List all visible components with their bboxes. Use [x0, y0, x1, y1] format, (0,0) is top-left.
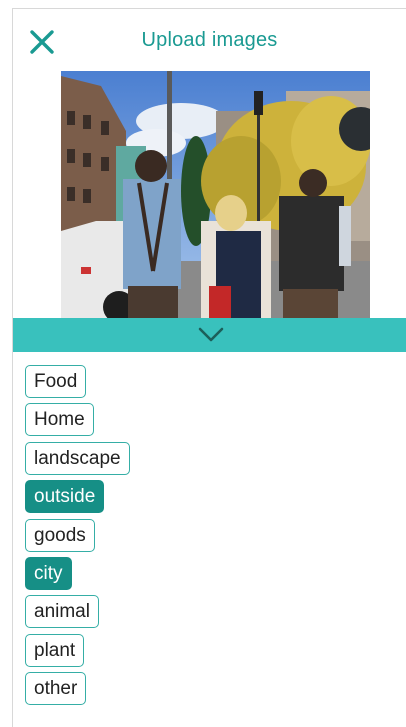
upload-panel: Upload images Food Home landscape outsid…: [12, 8, 406, 727]
tag-outside[interactable]: outside: [25, 480, 105, 514]
tag-city[interactable]: city: [25, 556, 72, 590]
tag-goods[interactable]: goods: [25, 518, 95, 552]
header: Upload images: [13, 9, 406, 71]
tag-other[interactable]: other: [25, 672, 87, 706]
chevron-down-icon[interactable]: [198, 327, 224, 343]
tag-animal[interactable]: animal: [25, 595, 99, 629]
uploaded-photo: [61, 71, 370, 318]
collapse-bar[interactable]: [13, 318, 406, 352]
tag-plant[interactable]: plant: [25, 633, 85, 667]
tag-home[interactable]: Home: [25, 403, 94, 437]
tag-food[interactable]: Food: [25, 365, 87, 398]
tag-list: Food Home landscape outside goods city animal p…: [25, 365, 130, 711]
page-title: Upload images: [141, 29, 278, 51]
tag-landscape[interactable]: landscape: [25, 441, 130, 475]
